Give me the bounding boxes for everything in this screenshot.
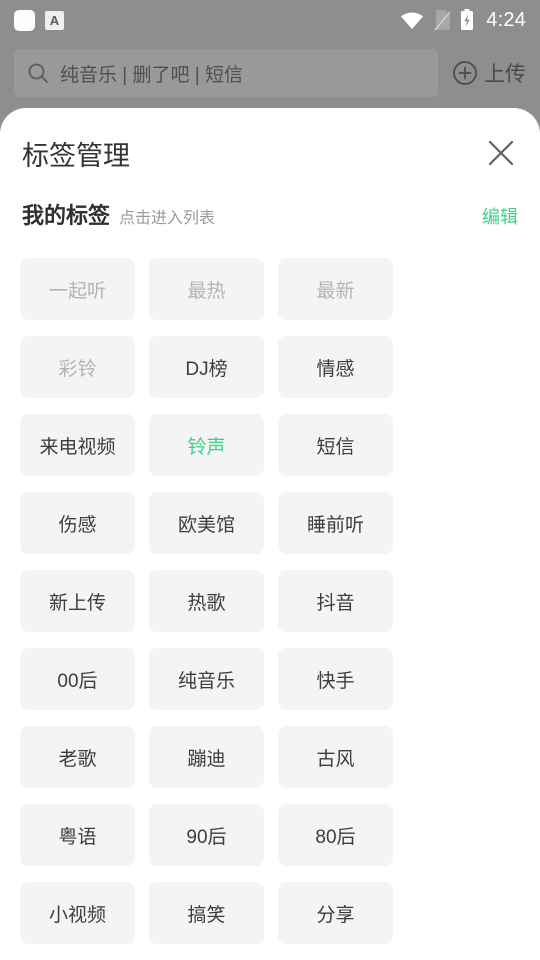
tag-chip-label: 伤感: [58, 514, 97, 536]
tag-chip[interactable]: 快手: [278, 648, 393, 710]
battery-charging-icon: [461, 9, 474, 30]
tag-chip-label: 最新: [316, 280, 355, 302]
tag-chip-label: 古风: [316, 748, 355, 770]
tag-chip-label: 新上传: [48, 592, 106, 614]
tag-chip-label: 最热: [187, 280, 226, 302]
tag-chip[interactable]: 情感: [278, 336, 393, 398]
status-bar-notifications: A: [14, 9, 64, 31]
plus-circle-icon: [453, 61, 477, 85]
upload-button[interactable]: 上传: [448, 58, 526, 88]
tag-chip-label: 彩铃: [58, 358, 97, 380]
tag-chip[interactable]: 00后: [20, 648, 135, 710]
tag-chip[interactable]: 新上传: [20, 570, 135, 632]
tag-chip-label: 分享: [316, 904, 355, 926]
tag-chip-label: 抖音: [316, 592, 355, 614]
tag-management-sheet: 标签管理 我的标签 点击进入列表 编辑 一起听 最热 最新彩铃 DJ榜 情感来电视频 铃声…: [0, 108, 540, 960]
tag-chip[interactable]: 欧美馆: [149, 492, 264, 554]
tag-chip-label: 00后: [57, 670, 98, 692]
tag-chip-label: 90后: [186, 826, 227, 848]
tag-chip[interactable]: 伤感: [20, 492, 135, 554]
tag-chip[interactable]: 最新: [278, 258, 393, 320]
tag-chip-label: 蹦迪: [187, 748, 226, 770]
tag-chip-label: 小视频: [48, 904, 106, 926]
tag-chip-label: 欧美馆: [177, 514, 235, 536]
tag-chip-label: 情感: [316, 358, 355, 380]
tag-chip[interactable]: 搞笑: [149, 882, 264, 944]
status-bar-system-icons: 4:24: [400, 9, 526, 32]
my-tags-subtitle: 点击进入列表: [119, 210, 216, 227]
tag-chip[interactable]: 热歌: [149, 570, 264, 632]
tag-chip[interactable]: 小视频: [20, 882, 135, 944]
close-button[interactable]: [480, 132, 522, 174]
tag-chip-label: 一起听: [48, 280, 106, 302]
tag-chip-label: 搞笑: [187, 904, 226, 926]
tag-chip[interactable]: 来电视频: [20, 414, 135, 476]
tag-chip[interactable]: 彩铃: [20, 336, 135, 398]
tag-chip-label: 睡前听: [306, 514, 364, 536]
tag-chip[interactable]: 粤语: [20, 804, 135, 866]
close-icon: [488, 140, 514, 166]
status-bar-clock: 4:24: [486, 8, 526, 31]
tag-chip-label: 80后: [315, 826, 356, 848]
tag-chip[interactable]: 纯音乐: [149, 648, 264, 710]
notification-a-icon: A: [45, 10, 64, 30]
tag-chip[interactable]: 抖音: [278, 570, 393, 632]
tag-chip[interactable]: 蹦迪: [149, 726, 264, 788]
notification-square-icon: [14, 9, 35, 31]
tag-chip-label: 来电视频: [39, 436, 116, 458]
my-tags-section-header: 我的标签 点击进入列表 编辑: [0, 198, 540, 244]
my-tags-title: 我的标签: [22, 203, 111, 228]
wifi-icon: [401, 12, 424, 29]
sim-card-off-icon: [434, 10, 451, 31]
tag-chip-label: 老歌: [58, 748, 97, 770]
tag-chip-label: 热歌: [187, 592, 226, 614]
status-bar: A 4:24: [0, 0, 540, 40]
page-title: 标签管理: [22, 140, 130, 171]
tag-chip-label: 短信: [316, 436, 355, 458]
tag-chip[interactable]: 睡前听: [278, 492, 393, 554]
tag-chip[interactable]: 短信: [278, 414, 393, 476]
search-icon: [28, 63, 48, 83]
tag-chip-label: 铃声: [187, 436, 226, 458]
upload-button-label: 上传: [484, 63, 526, 86]
tag-chip[interactable]: 80后: [278, 804, 393, 866]
edit-tags-link[interactable]: 编辑: [482, 203, 518, 229]
tag-chip[interactable]: 90后: [149, 804, 264, 866]
tag-chip[interactable]: 最热: [149, 258, 264, 320]
sheet-header: 标签管理: [0, 108, 540, 198]
my-tags-grid: 一起听 最热 最新彩铃 DJ榜 情感来电视频 铃声 短信伤感 欧美馆 睡前听新上传 热歌 抖音 00后…: [0, 244, 540, 960]
search-row: 纯音乐 | 删了吧 | 短信 上传: [0, 48, 540, 98]
tag-chip[interactable]: 一起听: [20, 258, 135, 320]
tag-chip[interactable]: 老歌: [20, 726, 135, 788]
tag-chip[interactable]: 古风: [278, 726, 393, 788]
tag-chip[interactable]: 铃声: [149, 414, 264, 476]
tag-chip-label: DJ榜: [185, 358, 228, 380]
search-input[interactable]: 纯音乐 | 删了吧 | 短信: [14, 49, 438, 97]
tag-chip[interactable]: 分享: [278, 882, 393, 944]
tag-chip-label: 快手: [316, 670, 355, 692]
tag-chip-label: 纯音乐: [177, 670, 235, 692]
tag-chip[interactable]: DJ榜: [149, 336, 264, 398]
search-input-value: 纯音乐 | 删了吧 | 短信: [60, 64, 243, 86]
tag-chip-label: 粤语: [58, 826, 97, 848]
